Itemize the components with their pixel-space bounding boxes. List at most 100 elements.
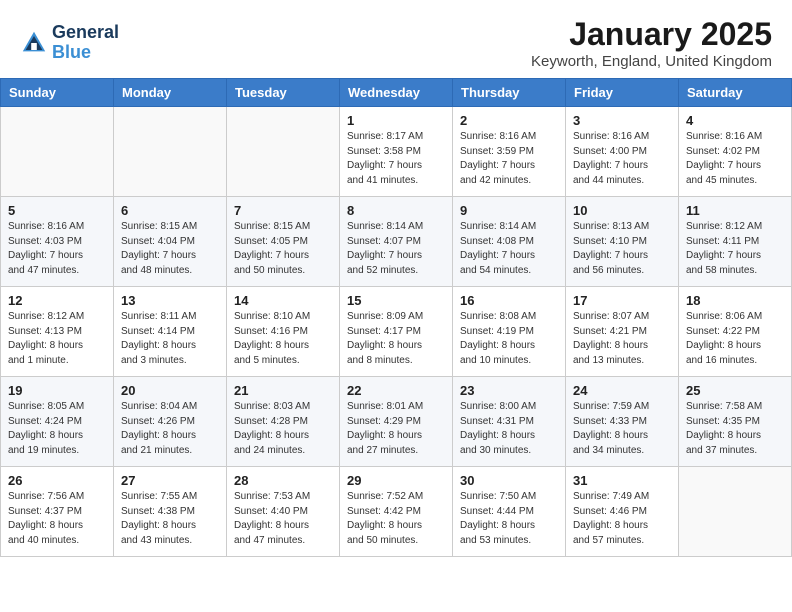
day-info-line: Sunset: 4:37 PM [8, 505, 106, 520]
day-info-line: and 50 minutes. [347, 534, 445, 549]
day-info-line: Sunset: 4:29 PM [347, 415, 445, 430]
table-row: 5Sunrise: 8:16 AMSunset: 4:03 PMDaylight… [1, 197, 114, 287]
day-info-line: and 44 minutes. [573, 174, 671, 189]
table-row: 27Sunrise: 7:55 AMSunset: 4:38 PMDayligh… [114, 467, 227, 557]
table-row: 1Sunrise: 8:17 AMSunset: 3:58 PMDaylight… [340, 107, 453, 197]
day-info-line: Sunrise: 8:15 AM [121, 220, 219, 235]
month-title: January 2025 [531, 16, 772, 53]
day-info-line: and 19 minutes. [8, 444, 106, 459]
table-row: 11Sunrise: 8:12 AMSunset: 4:11 PMDayligh… [679, 197, 792, 287]
day-number: 29 [347, 473, 445, 488]
location: Keyworth, England, United Kingdom [531, 53, 772, 70]
table-row: 6Sunrise: 8:15 AMSunset: 4:04 PMDaylight… [114, 197, 227, 287]
day-info-line: and 10 minutes. [460, 354, 558, 369]
day-info-line: and 47 minutes. [8, 264, 106, 279]
day-info-line: Daylight: 8 hours [8, 339, 106, 354]
day-info-line: Daylight: 8 hours [121, 339, 219, 354]
table-row: 31Sunrise: 7:49 AMSunset: 4:46 PMDayligh… [566, 467, 679, 557]
table-row [679, 467, 792, 557]
day-info-line: Daylight: 8 hours [573, 429, 671, 444]
col-sunday: Sunday [1, 79, 114, 107]
day-info-line: Sunrise: 8:16 AM [686, 130, 784, 145]
table-row: 16Sunrise: 8:08 AMSunset: 4:19 PMDayligh… [453, 287, 566, 377]
day-info-line: and 53 minutes. [460, 534, 558, 549]
day-number: 22 [347, 383, 445, 398]
day-info-line: Sunset: 4:16 PM [234, 325, 332, 340]
table-row: 28Sunrise: 7:53 AMSunset: 4:40 PMDayligh… [227, 467, 340, 557]
day-number: 20 [121, 383, 219, 398]
day-info-line: and 34 minutes. [573, 444, 671, 459]
day-info-line: and 48 minutes. [121, 264, 219, 279]
header: General Blue January 2025 Keyworth, Engl… [0, 0, 792, 78]
day-info-line: and 57 minutes. [573, 534, 671, 549]
day-info-line: Sunset: 4:04 PM [121, 235, 219, 250]
day-info-line: Sunset: 4:35 PM [686, 415, 784, 430]
table-row: 24Sunrise: 7:59 AMSunset: 4:33 PMDayligh… [566, 377, 679, 467]
day-info-line: Sunset: 4:22 PM [686, 325, 784, 340]
table-row: 22Sunrise: 8:01 AMSunset: 4:29 PMDayligh… [340, 377, 453, 467]
day-info-line: Daylight: 7 hours [347, 249, 445, 264]
day-info-line: Daylight: 8 hours [121, 519, 219, 534]
day-info-line: Daylight: 8 hours [573, 339, 671, 354]
day-info-line: and 30 minutes. [460, 444, 558, 459]
col-thursday: Thursday [453, 79, 566, 107]
calendar-week-row: 5Sunrise: 8:16 AMSunset: 4:03 PMDaylight… [1, 197, 792, 287]
day-number: 21 [234, 383, 332, 398]
day-info-line: Sunset: 4:11 PM [686, 235, 784, 250]
day-info-line: Daylight: 7 hours [460, 249, 558, 264]
day-info-line: Daylight: 7 hours [460, 159, 558, 174]
day-info-line: Sunrise: 7:53 AM [234, 490, 332, 505]
day-info-line: and 16 minutes. [686, 354, 784, 369]
day-info-line: Sunset: 3:59 PM [460, 145, 558, 160]
day-info-line: Daylight: 7 hours [234, 249, 332, 264]
day-info-line: Sunrise: 8:13 AM [573, 220, 671, 235]
title-block: January 2025 Keyworth, England, United K… [531, 16, 772, 70]
day-number: 5 [8, 203, 106, 218]
day-info-line: and 45 minutes. [686, 174, 784, 189]
day-info-line: Daylight: 8 hours [460, 519, 558, 534]
day-info-line: Sunrise: 8:04 AM [121, 400, 219, 415]
page: General Blue January 2025 Keyworth, Engl… [0, 0, 792, 557]
day-info-line: Sunrise: 8:00 AM [460, 400, 558, 415]
day-number: 16 [460, 293, 558, 308]
day-number: 4 [686, 113, 784, 128]
day-info-line: Daylight: 8 hours [347, 339, 445, 354]
day-info-line: Daylight: 8 hours [347, 519, 445, 534]
day-info-line: Sunrise: 8:16 AM [460, 130, 558, 145]
day-info-line: and 58 minutes. [686, 264, 784, 279]
day-number: 28 [234, 473, 332, 488]
day-number: 14 [234, 293, 332, 308]
day-info-line: and 5 minutes. [234, 354, 332, 369]
day-info-line: Sunset: 4:24 PM [8, 415, 106, 430]
day-info-line: Sunrise: 7:56 AM [8, 490, 106, 505]
day-info-line: Sunset: 4:42 PM [347, 505, 445, 520]
day-number: 18 [686, 293, 784, 308]
col-tuesday: Tuesday [227, 79, 340, 107]
table-row: 3Sunrise: 8:16 AMSunset: 4:00 PMDaylight… [566, 107, 679, 197]
logo-icon [20, 29, 48, 57]
day-number: 23 [460, 383, 558, 398]
calendar-table: Sunday Monday Tuesday Wednesday Thursday… [0, 78, 792, 557]
day-info-line: and 54 minutes. [460, 264, 558, 279]
day-info-line: Sunset: 4:40 PM [234, 505, 332, 520]
table-row: 8Sunrise: 8:14 AMSunset: 4:07 PMDaylight… [340, 197, 453, 287]
day-info-line: Daylight: 8 hours [234, 429, 332, 444]
day-number: 11 [686, 203, 784, 218]
table-row: 14Sunrise: 8:10 AMSunset: 4:16 PMDayligh… [227, 287, 340, 377]
day-info-line: Sunrise: 8:16 AM [573, 130, 671, 145]
day-info-line: Daylight: 8 hours [347, 429, 445, 444]
col-wednesday: Wednesday [340, 79, 453, 107]
day-number: 24 [573, 383, 671, 398]
calendar-header-row: Sunday Monday Tuesday Wednesday Thursday… [1, 79, 792, 107]
day-info-line: Sunset: 3:58 PM [347, 145, 445, 160]
day-info-line: Sunset: 4:26 PM [121, 415, 219, 430]
day-number: 26 [8, 473, 106, 488]
table-row: 30Sunrise: 7:50 AMSunset: 4:44 PMDayligh… [453, 467, 566, 557]
day-number: 12 [8, 293, 106, 308]
day-number: 8 [347, 203, 445, 218]
day-number: 17 [573, 293, 671, 308]
day-info-line: Sunrise: 7:50 AM [460, 490, 558, 505]
day-number: 25 [686, 383, 784, 398]
day-info-line: and 56 minutes. [573, 264, 671, 279]
day-info-line: Sunset: 4:00 PM [573, 145, 671, 160]
